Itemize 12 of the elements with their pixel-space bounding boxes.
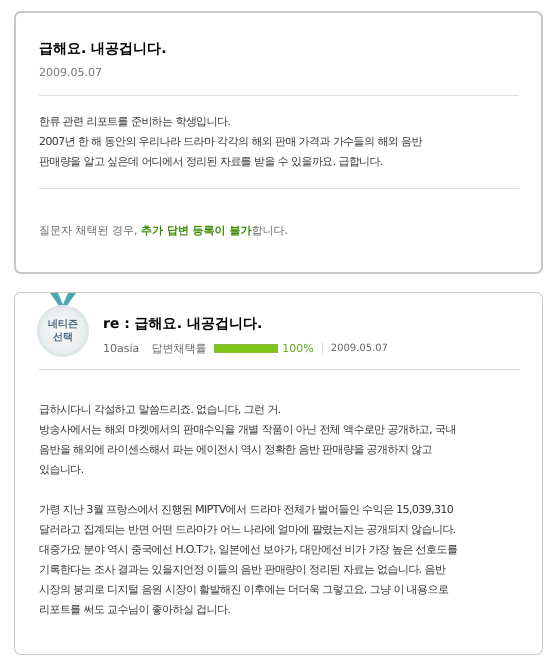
rate-value: 100% [282,342,323,355]
rate-label: 답변채택률 [151,341,206,356]
answer-title: re : 급해요. 내공겁니다. [103,315,264,333]
answer-date: 2009.05.07 [330,343,388,354]
question-date: 2009.05.07 [39,66,103,79]
notice-text: 질문자 채택된 경우, 추가 답변 등록이 불가합니다. [39,223,289,238]
answer-paragraph: 급하시다니 각설하고 말씀드리죠. 없습니다, 그런 거. 방송사에서는 해외 마켓에서의 판매수익을 개별 작품이 아닌 전체 액수로만 공개하고, 국내 음반을 해외에 라이센스해서 파는 에이전시 역시 정확한 음반 판매량을 공개하지 않고 있습니다. [39,402,457,478]
answer-paragraph: 가령 지난 3월 프랑스에서 진행된 MIPTV에서 드라마 전체가 벌어들인 수익은 15,039,310 달러라고 집계되는 반면 어떤 드라마가 어느 나라에 얼마에 팔렸는지는 공개되지 않습니다. 대중가요 분야 역시 중국에선 H.O.T가, 일본에선 보아가, 대만에선 비가 가장 높은 선호도를 기록한다는 조사 결과는 있을지언정 이들의 음반 판매량이 정리된 자료는 없습니다. 음반 시장의 붕괴로 디지털 음원 시장이 활발해진 이후에는 더더욱 그렇고요. 그냥 이 내용으로 리포트를 써도 교수님이 좋아하실 겁니다. [39,502,458,618]
question-title: 급해요. 내공겁니다. [39,40,168,58]
question-text: 한류 관련 리포트를 준비하는 학생입니다. 2007년 한 해 동안의 우리나라 드라마 각각의 해외 판매 가격과 가수들의 해외 음반 판매량을 알고 싶은데 어디에서 정리된 자료를 받을 수 있을까요. 급합니다. [39,114,424,170]
medal-badge: 네티즌 선택 [37,305,89,357]
author-name: 10asia [103,342,140,355]
